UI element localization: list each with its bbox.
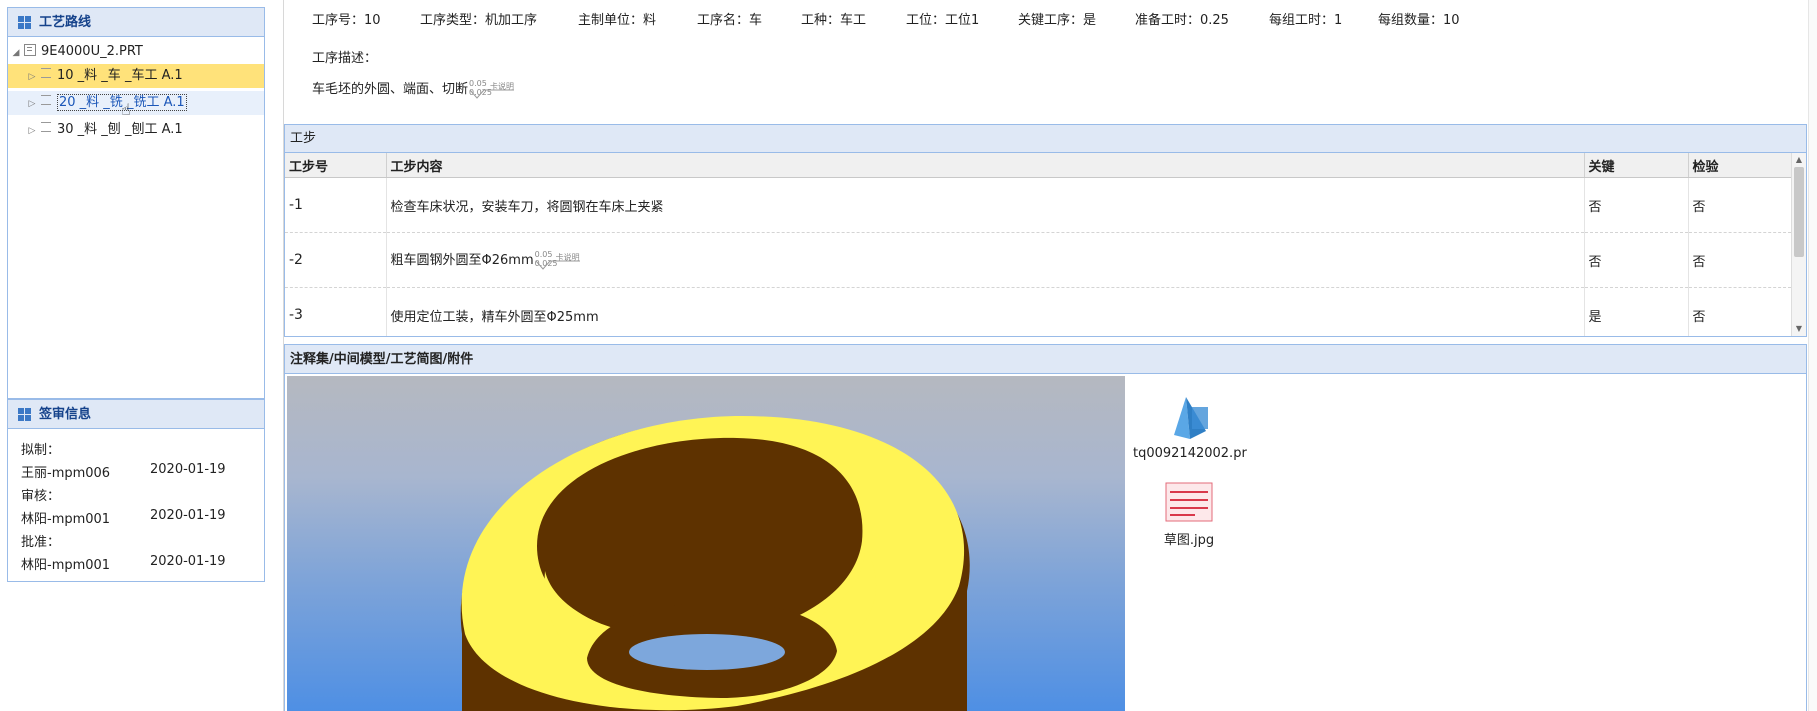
field-op-no: 工序号：10	[312, 13, 381, 28]
step-content: 粗车圆钢外圆至Φ26mm	[390, 253, 534, 269]
step-no: -1	[285, 177, 387, 233]
field-station: 工位：工位1	[906, 13, 980, 28]
attachments-panel-header: 注释集/中间模型/工艺简图/附件	[285, 345, 1806, 374]
scroll-thumb[interactable]	[1794, 167, 1804, 257]
image-file-icon	[1165, 482, 1213, 522]
route-panel-title: 工艺路线	[39, 14, 92, 30]
field-prep-time: 准备工时：0.25	[1135, 13, 1229, 28]
steps-table: 工步号 工步内容 关键 检验 -1 检查车床状况，安装车刀，将圆钢在车床上夹紧 …	[285, 153, 1792, 336]
expand-triangle-icon[interactable]: ▷	[26, 92, 38, 116]
surface-finish-icon	[535, 260, 580, 270]
attachments-panel: 注释集/中间模型/工艺简图/附件 tq0092142002.pr 草图.jpg	[284, 344, 1807, 711]
table-row[interactable]: -2 粗车圆钢外圆至Φ26mm 0.05 0.025 卡说明 否 否	[285, 232, 1792, 288]
field-op-name: 工序名：车	[697, 13, 763, 28]
step-check: 否	[1688, 287, 1792, 336]
step-check: 否	[1688, 177, 1792, 233]
tolerance-symbol: 0.05 0.025 卡说明	[532, 250, 582, 271]
signoff-panel-header: 签审信息	[8, 400, 264, 429]
description-value: 车毛坯的外圆、端面、切断	[312, 82, 469, 97]
draft-label: 拟制：	[21, 443, 61, 458]
description-text: 车毛坯的外圆、端面、切断 0.05 0.025 卡说明	[312, 78, 516, 100]
review-name: 林阳-mpm001	[21, 512, 111, 527]
step-key: 否	[1584, 232, 1689, 288]
approve-name: 林阳-mpm001	[21, 558, 111, 573]
expand-triangle-icon[interactable]: ▷	[26, 65, 38, 89]
tree-item-label: 10 _料 _车 _车工 A.1	[57, 68, 183, 83]
steps-panel: 工步 工步号 工步内容 关键 检验 -1 检查车床状况，安装车刀，将圆钢在车床上…	[284, 124, 1807, 337]
washer-3d-model	[460, 416, 970, 711]
field-unit: 主制单位：料	[578, 13, 657, 28]
file-item-model[interactable]: tq0092142002.pr	[1133, 395, 1247, 461]
approve-date: 2020-01-19	[150, 554, 226, 569]
tolerance-symbol: 0.05 0.025 卡说明	[466, 79, 516, 100]
steps-scrollbar[interactable]: ▲ ▼	[1791, 153, 1806, 336]
tree-item-op10[interactable]: ▷ 10 _料 _车 _车工 A.1	[8, 64, 264, 88]
part-file-icon	[24, 44, 36, 56]
attachments-panel-title: 注释集/中间模型/工艺简图/附件	[290, 351, 474, 367]
step-content-cell: 粗车圆钢外圆至Φ26mm 0.05 0.025 卡说明	[386, 232, 1585, 288]
tree-root-label: 9E4000U_2.PRT	[41, 44, 143, 59]
col-step-content[interactable]: 工步内容	[386, 153, 1585, 178]
col-key[interactable]: 关键	[1584, 153, 1689, 178]
scroll-down-arrow[interactable]: ▼	[1792, 322, 1806, 336]
step-no: -3	[285, 287, 387, 336]
steps-panel-header: 工步	[285, 125, 1806, 153]
draft-name: 王丽-mpm006	[21, 466, 111, 481]
description-label: 工序描述：	[312, 51, 378, 66]
approve-label: 批准：	[21, 535, 61, 550]
file-name: 草图.jpg	[1163, 533, 1215, 548]
operation-info: 工序号：10 工序类型：机加工序 主制单位：料 工序名：车 工种：车工 工位：工…	[284, 0, 1814, 124]
tree-item-op20[interactable]: ▷ 20 _料 _铣 _铣工 A.1 ☝	[8, 91, 264, 119]
field-group-qty: 每组数量：10	[1378, 13, 1460, 28]
operation-icon	[41, 68, 51, 78]
review-label: 审核：	[21, 489, 61, 504]
col-step-no[interactable]: 工步号	[285, 153, 387, 178]
page-scrollbar[interactable]	[1808, 0, 1817, 711]
col-check[interactable]: 检验	[1688, 153, 1792, 178]
file-item-image[interactable]: 草图.jpg	[1133, 482, 1245, 548]
field-group-time: 每组工时：1	[1269, 13, 1343, 28]
route-panel: 工艺路线 ◢ 9E4000U_2.PRT ▷ 10 _料 _车 _车工 A.1 ▷ 2…	[7, 7, 265, 399]
table-row[interactable]: -1 检查车床状况，安装车刀，将圆钢在车床上夹紧 否 否	[285, 177, 1792, 233]
signoff-panel-title: 签审信息	[39, 406, 92, 422]
surface-finish-icon	[469, 89, 515, 99]
field-op-type: 工序类型：机加工序	[420, 13, 538, 28]
review-date: 2020-01-19	[150, 508, 226, 523]
tree-item-op30[interactable]: ▷ 30 _料 _刨 _刨工 A.1	[8, 118, 264, 142]
steps-panel-title: 工步	[290, 130, 317, 146]
table-header: 工步号 工步内容 关键 检验	[285, 153, 1792, 178]
draft-date: 2020-01-19	[150, 462, 226, 477]
grid-icon	[18, 15, 31, 29]
step-key: 否	[1584, 177, 1689, 233]
collapse-triangle-icon[interactable]: ◢	[10, 41, 22, 65]
scroll-up-arrow[interactable]: ▲	[1792, 153, 1806, 167]
field-key-op: 关键工序：是	[1018, 13, 1097, 28]
expand-triangle-icon[interactable]: ▷	[26, 119, 38, 143]
operation-icon	[41, 95, 51, 105]
grid-icon	[18, 407, 31, 421]
operation-icon	[41, 122, 51, 132]
field-work-type: 工种：车工	[801, 13, 867, 28]
tree-item-label: 30 _料 _刨 _刨工 A.1	[57, 122, 183, 137]
step-content: 检查车床状况，安装车刀，将圆钢在车床上夹紧	[386, 177, 1585, 233]
step-key: 是	[1584, 287, 1689, 336]
tree-root[interactable]: ◢ 9E4000U_2.PRT	[10, 40, 262, 64]
route-panel-header: 工艺路线	[8, 8, 264, 37]
signoff-panel: 签审信息 拟制： 王丽-mpm006 2020-01-19 审核： 林阳-mpm…	[7, 399, 265, 582]
step-check: 否	[1688, 232, 1792, 288]
table-row[interactable]: -3 使用定位工装，精车外圆至Φ25mm 是 否	[285, 287, 1792, 336]
file-name: tq0092142002.pr	[1133, 446, 1247, 461]
step-no: -2	[285, 232, 387, 288]
3d-model-icon	[1174, 397, 1208, 439]
step-content: 使用定位工装，精车外圆至Φ25mm	[386, 287, 1585, 336]
model-viewer[interactable]	[287, 376, 1125, 711]
